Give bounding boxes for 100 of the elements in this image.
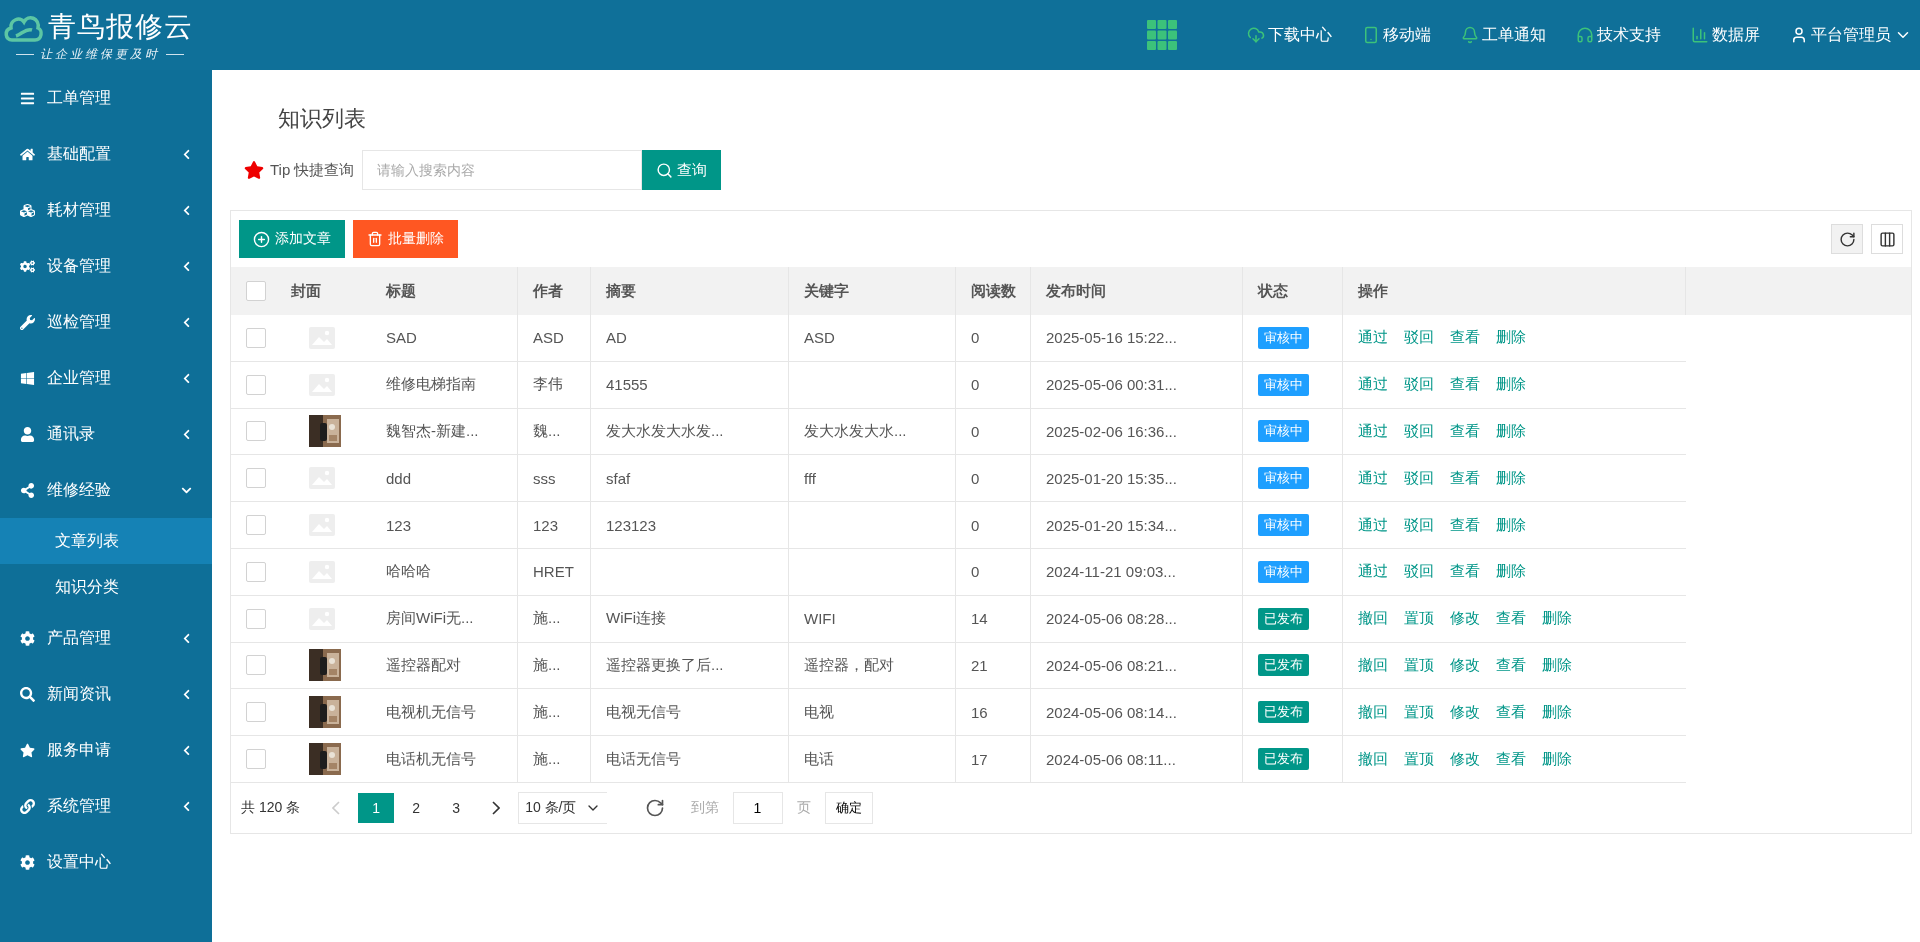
select-all-checkbox[interactable] [246,281,266,301]
action-link[interactable]: 删除 [1542,655,1572,675]
table-cell: 李伟 [518,361,591,409]
action-link[interactable]: 通过 [1358,375,1388,395]
action-link[interactable]: 撤回 [1358,655,1388,675]
top-nav-link[interactable]: 下载中心 [1247,24,1332,46]
action-link[interactable]: 修改 [1450,609,1480,629]
row-checkbox[interactable] [246,468,266,489]
action-link[interactable]: 删除 [1496,375,1526,395]
action-link[interactable]: 删除 [1496,468,1526,488]
chevron-left-icon [181,204,192,216]
row-checkbox[interactable] [246,561,266,582]
app-grid-icon[interactable] [1147,20,1177,50]
search-field[interactable]: 请输入搜索内容 [362,150,643,190]
sidebar-item[interactable]: 基础配置 [0,126,212,182]
action-link[interactable]: 置顶 [1404,655,1434,675]
action-link[interactable]: 置顶 [1404,702,1434,722]
table-cell: 魏... [518,408,591,456]
action-link[interactable]: 撤回 [1358,702,1388,722]
action-link[interactable]: 驳回 [1404,468,1434,488]
action-link[interactable]: 驳回 [1404,515,1434,535]
sidebar-item[interactable]: 通讯录 [0,406,212,462]
action-link[interactable]: 驳回 [1404,422,1434,441]
top-nav-link[interactable]: 工单通知 [1461,24,1546,46]
action-link[interactable]: 撤回 [1358,609,1388,629]
page-button[interactable]: 3 [438,792,475,823]
table-cell: sfaf [591,455,789,503]
sidebar-item[interactable]: 工单管理 [0,70,212,126]
action-link[interactable]: 置顶 [1404,749,1434,769]
action-link[interactable]: 通过 [1358,515,1388,535]
sidebar-subitem[interactable]: 知识分类 [0,564,212,610]
action-link[interactable]: 查看 [1450,328,1480,348]
sidebar-item[interactable]: 企业管理 [0,350,212,406]
row-checkbox[interactable] [246,702,266,723]
page-button[interactable]: 1 [358,792,395,823]
action-link[interactable]: 驳回 [1404,328,1434,348]
action-link[interactable]: 查看 [1450,468,1480,488]
action-link[interactable]: 通过 [1358,468,1388,488]
batch-delete-button[interactable]: 批量删除 [353,220,458,258]
row-checkbox[interactable] [246,327,266,348]
add-article-button[interactable]: 添加文章 [239,220,345,258]
action-link[interactable]: 删除 [1496,562,1526,582]
action-link[interactable]: 查看 [1450,422,1480,441]
action-link[interactable]: 查看 [1450,515,1480,535]
action-link[interactable]: 查看 [1496,609,1526,629]
action-link[interactable]: 查看 [1496,749,1526,769]
action-link[interactable]: 修改 [1450,702,1480,722]
top-nav-link[interactable]: 技术支持 [1576,24,1661,46]
sidebar-item[interactable]: 系统管理 [0,778,212,834]
row-checkbox[interactable] [246,374,266,395]
sidebar-item[interactable]: 维修经验 [0,462,212,518]
action-link[interactable]: 删除 [1542,609,1572,629]
action-link[interactable]: 查看 [1496,655,1526,675]
sidebar-item[interactable]: 耗材管理 [0,182,212,238]
action-link[interactable]: 查看 [1450,562,1480,582]
action-link[interactable]: 通过 [1358,422,1388,441]
action-link[interactable]: 删除 [1542,702,1572,722]
page-button[interactable]: 2 [398,792,435,823]
confirm-button[interactable]: 确定 [824,791,873,824]
action-link[interactable]: 驳回 [1404,562,1434,582]
action-link[interactable]: 驳回 [1404,375,1434,395]
row-checkbox[interactable] [246,421,266,442]
refresh-icon[interactable] [644,797,665,818]
refresh-button[interactable] [1831,224,1863,254]
headset-icon [1576,26,1594,44]
action-link[interactable]: 修改 [1450,655,1480,675]
action-link[interactable]: 通过 [1358,562,1388,582]
row-checkbox[interactable] [246,608,266,629]
sidebar-item[interactable]: 巡检管理 [0,294,212,350]
sidebar-item[interactable]: 产品管理 [0,610,212,666]
action-link[interactable]: 修改 [1450,749,1480,769]
sidebar-item[interactable]: 新闻资讯 [0,666,212,722]
action-link[interactable]: 删除 [1542,749,1572,769]
action-link[interactable]: 通过 [1358,328,1388,348]
action-link[interactable]: 置顶 [1404,609,1434,629]
row-checkbox[interactable] [246,655,266,676]
table-cell: 2024-05-06 08:21... [1031,642,1243,690]
sidebar-item[interactable]: 服务申请 [0,722,212,778]
sidebar-item[interactable]: 设备管理 [0,238,212,294]
action-link[interactable]: 删除 [1496,515,1526,535]
action-link[interactable]: 撤回 [1358,749,1388,769]
table-cell: 2024-05-06 08:14... [1031,689,1243,737]
search-button[interactable]: 查询 [642,150,722,190]
table-cell: 2024-05-06 08:11... [1031,736,1243,783]
columns-button[interactable] [1871,224,1903,254]
top-nav-link[interactable]: 数据屏 [1691,24,1760,46]
table-cell: 魏智杰-新建... [371,408,518,456]
sidebar-item[interactable]: 设置中心 [0,834,212,890]
action-link[interactable]: 查看 [1496,702,1526,722]
action-link[interactable]: 删除 [1496,328,1526,348]
goto-page-field[interactable]: 1 [732,791,783,824]
sidebar-subitem[interactable]: 文章列表 [0,518,212,564]
row-checkbox[interactable] [246,515,266,536]
user-menu[interactable]: 平台管理员 [1790,24,1912,46]
top-nav-link[interactable]: 移动端 [1362,24,1431,46]
table-cell: 2025-05-06 00:31... [1031,361,1243,409]
action-link[interactable]: 查看 [1450,375,1480,395]
action-link[interactable]: 删除 [1496,422,1526,441]
row-checkbox[interactable] [246,749,266,770]
page-size-select[interactable]: 10 条/页 [518,791,607,824]
